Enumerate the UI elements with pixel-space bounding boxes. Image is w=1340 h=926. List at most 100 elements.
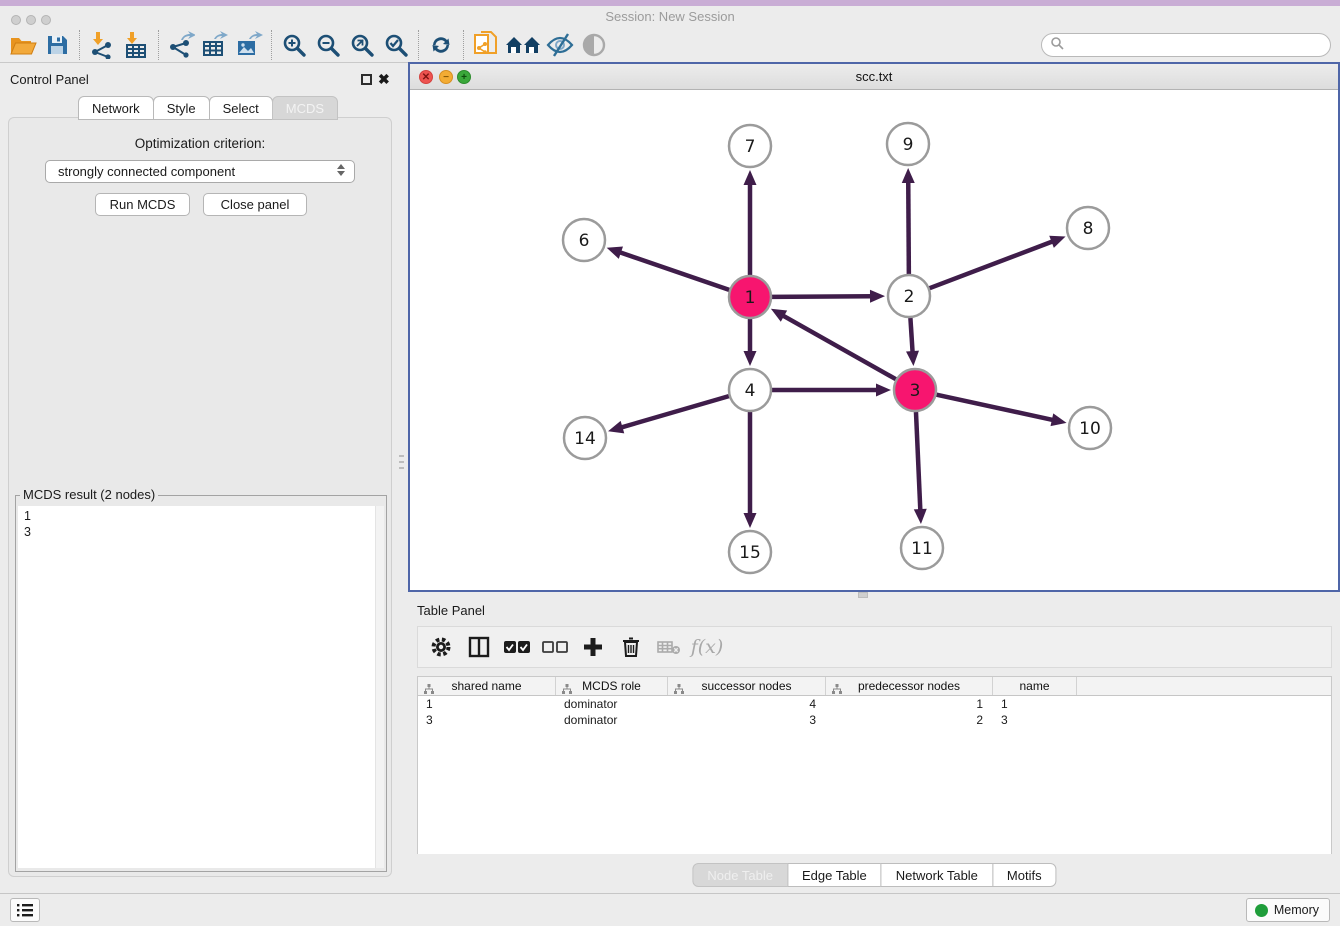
zoom-out-icon[interactable] — [311, 31, 345, 59]
mcds-panel: Optimization criterion: strongly connect… — [8, 117, 392, 877]
graph-edge[interactable] — [619, 252, 729, 290]
float-panel-icon[interactable] — [361, 74, 372, 85]
cell-shared-name[interactable]: 1 — [418, 696, 556, 712]
graph-edge[interactable] — [908, 181, 909, 274]
export-image-icon[interactable] — [232, 31, 266, 59]
graph-node-label: 7 — [745, 137, 756, 157]
horizontal-splitter-grip[interactable] — [858, 592, 868, 598]
column-header-shared-name[interactable]: shared name — [418, 677, 556, 695]
criterion-value: strongly connected component — [58, 164, 235, 179]
zoom-selected-icon[interactable] — [379, 31, 413, 59]
column-header-mcds-role[interactable]: MCDS role — [556, 677, 668, 695]
node-table-header: shared name MCDS role successor nodes pr… — [418, 677, 1331, 696]
tab-style[interactable]: Style — [153, 96, 210, 120]
graph-edge[interactable] — [621, 396, 729, 428]
graph-edge[interactable] — [916, 412, 920, 511]
graph-edge[interactable] — [930, 241, 1054, 288]
node-table[interactable]: shared name MCDS role successor nodes pr… — [417, 676, 1332, 854]
graph-node-label: 11 — [911, 539, 933, 559]
mcds-result-area[interactable]: 1 3 — [18, 506, 384, 868]
import-table-icon[interactable] — [119, 31, 153, 59]
apply-layout-icon[interactable] — [424, 31, 458, 59]
tab-motifs[interactable]: Motifs — [992, 863, 1057, 887]
export-table-icon[interactable] — [198, 31, 232, 59]
memory-button[interactable]: Memory — [1246, 898, 1330, 922]
import-network-icon[interactable] — [85, 31, 119, 59]
table-toolbar: f(x) — [417, 626, 1332, 668]
status-bar: Memory — [0, 893, 1340, 926]
main-toolbar — [0, 28, 1340, 63]
cell-shared-name[interactable]: 3 — [418, 712, 556, 728]
delete-icon[interactable] — [612, 636, 650, 658]
graph-node-label: 4 — [745, 381, 756, 401]
graph-node-label: 14 — [574, 429, 596, 449]
column-header-predecessor-nodes[interactable]: predecessor nodes — [826, 677, 993, 695]
gear-icon[interactable] — [422, 636, 460, 658]
cell-successor-nodes[interactable]: 3 — [668, 712, 826, 728]
graph-edge[interactable] — [782, 315, 896, 379]
close-panel-button[interactable]: Close panel — [203, 193, 307, 216]
save-session-icon[interactable] — [40, 31, 74, 59]
cell-predecessor-nodes[interactable]: 1 — [826, 696, 993, 712]
graph-node-label: 1 — [745, 288, 756, 308]
first-neighbors-icon[interactable] — [503, 31, 543, 59]
criterion-select[interactable]: strongly connected component — [45, 160, 355, 183]
select-stepper-icon — [337, 164, 345, 176]
vertical-splitter-grip[interactable] — [399, 455, 404, 473]
zoom-fit-icon[interactable] — [345, 31, 379, 59]
tab-edge-table[interactable]: Edge Table — [787, 863, 882, 887]
mcds-result-title: MCDS result (2 nodes) — [20, 487, 158, 502]
cell-mcds-role[interactable]: dominator — [556, 696, 668, 712]
graph-edge-arrowhead — [876, 384, 891, 397]
export-network-icon[interactable] — [164, 31, 198, 59]
zoom-in-icon[interactable] — [277, 31, 311, 59]
graph-edge[interactable] — [910, 318, 912, 353]
tab-node-table[interactable]: Node Table — [692, 863, 788, 887]
select-all-icon[interactable] — [498, 640, 536, 654]
network-canvas[interactable]: 1234678910111415 — [410, 90, 1338, 590]
cell-mcds-role[interactable]: dominator — [556, 712, 668, 728]
network-window-title: scc.txt — [410, 69, 1338, 84]
clone-network-icon[interactable] — [469, 31, 503, 59]
cell-name[interactable]: 1 — [993, 696, 1077, 712]
table-row[interactable]: 3 dominator 3 2 3 — [418, 712, 1331, 728]
run-mcds-button[interactable]: Run MCDS — [95, 193, 190, 216]
tab-network[interactable]: Network — [78, 96, 154, 120]
graph-edge[interactable] — [936, 395, 1053, 420]
add-column-icon[interactable] — [574, 636, 612, 658]
graph-node-label: 6 — [579, 231, 590, 251]
cell-name[interactable]: 3 — [993, 712, 1077, 728]
tab-select[interactable]: Select — [209, 96, 273, 120]
cell-successor-nodes[interactable]: 4 — [668, 696, 826, 712]
split-panel-icon[interactable] — [460, 636, 498, 658]
open-file-icon[interactable] — [6, 31, 40, 59]
result-scrollbar[interactable] — [375, 506, 384, 868]
optimization-criterion-label: Optimization criterion: — [9, 136, 391, 151]
search-input[interactable] — [1068, 38, 1318, 52]
column-header-successor-nodes[interactable]: successor nodes — [668, 677, 826, 695]
deselect-all-icon[interactable] — [536, 640, 574, 654]
hierarchy-icon — [674, 681, 684, 699]
graph-edge[interactable] — [772, 296, 872, 297]
hide-selected-icon[interactable] — [543, 31, 577, 59]
tab-network-table[interactable]: Network Table — [881, 863, 993, 887]
control-panel-tabs: Network Style Select MCDS — [78, 96, 337, 120]
cell-predecessor-nodes[interactable]: 2 — [826, 712, 993, 728]
graph-node-label: 10 — [1079, 419, 1101, 439]
delete-table-icon — [650, 639, 688, 655]
network-view-window: ✕ − + scc.txt 1234678910111415 — [408, 62, 1340, 592]
close-panel-icon[interactable]: ✖ — [378, 74, 390, 85]
graph-edge-arrowhead — [902, 168, 915, 183]
task-history-button[interactable] — [10, 898, 40, 922]
network-window-titlebar[interactable]: ✕ − + scc.txt — [410, 64, 1338, 90]
column-header-name[interactable]: name — [993, 677, 1077, 695]
mcds-result-text: 1 3 — [24, 508, 31, 540]
control-panel: Control Panel ✖ Network Style Select MCD… — [0, 64, 400, 890]
mcds-result-group: MCDS result (2 nodes) 1 3 — [15, 495, 387, 872]
function-builder-icon: f(x) — [688, 636, 726, 658]
network-graph: 1234678910111415 — [410, 90, 1338, 590]
search-field[interactable] — [1041, 33, 1331, 57]
graph-edge-arrowhead — [744, 513, 757, 528]
table-row[interactable]: 1 dominator 4 1 1 — [418, 696, 1331, 712]
tab-mcds[interactable]: MCDS — [272, 96, 338, 120]
